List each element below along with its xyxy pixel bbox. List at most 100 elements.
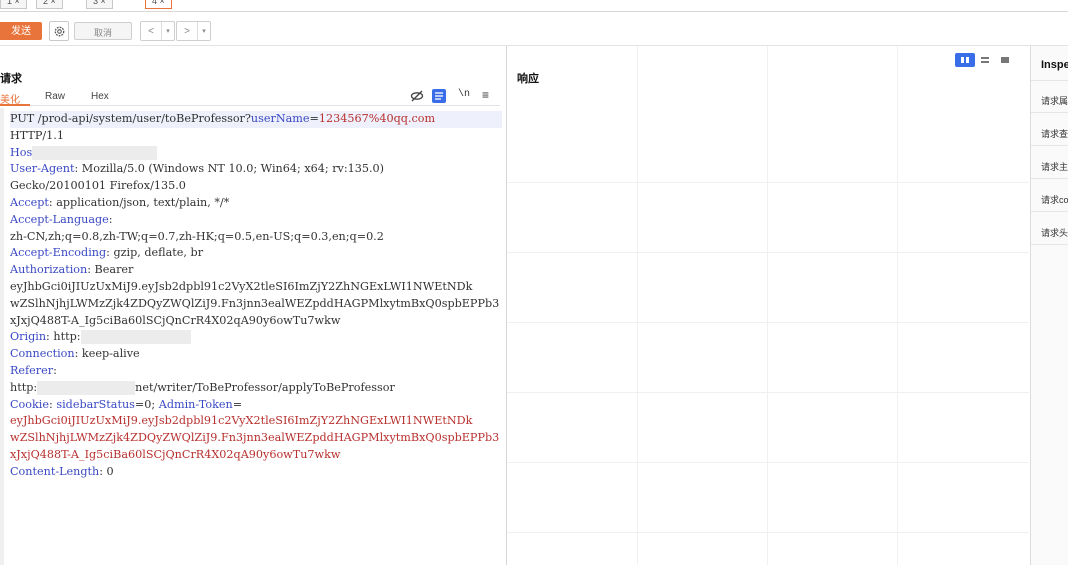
request-editor[interactable]: PUT /prod-api/system/user/toBeProfessor?… bbox=[10, 111, 502, 481]
divider bbox=[1031, 178, 1068, 179]
code-text: zh-CN,zh;q=0.8,zh-TW;q=0.7,zh-HK;q=0.5,e… bbox=[10, 229, 384, 243]
request-tools: \n ≡ bbox=[410, 88, 500, 103]
newline-toggle-icon[interactable]: \n bbox=[458, 89, 470, 100]
code-line: Accept-Encoding: gzip, deflate, br bbox=[10, 245, 502, 262]
inspector-panel: Inspe 请求属 请求查 请求主 请求co 请求头 bbox=[1030, 46, 1068, 565]
response-viewer[interactable] bbox=[507, 46, 1029, 565]
header-key: sidebarStatus bbox=[56, 397, 135, 411]
code-text: = bbox=[232, 397, 243, 411]
toolbar: 发送 取消 < ▾ > ▾ bbox=[0, 12, 1068, 46]
tab-2[interactable]: 2 × bbox=[36, 0, 63, 9]
tab-4[interactable]: 4 × bbox=[145, 0, 172, 9]
redacted-block bbox=[80, 330, 191, 345]
code-text: : keep-alive bbox=[74, 347, 140, 361]
hide-icon[interactable] bbox=[410, 89, 424, 103]
code-line: Cookie: sidebarStatus=0; Admin-Token= bbox=[10, 397, 502, 414]
code-line: Referer: bbox=[10, 363, 502, 380]
code-line: Connection: keep-alive bbox=[10, 346, 502, 363]
forward-dropdown-icon[interactable]: ▾ bbox=[197, 22, 210, 40]
code-line: User-Agent: Mozilla/5.0 (Windows NT 10.0… bbox=[10, 161, 502, 178]
list-view-icon[interactable] bbox=[432, 89, 446, 103]
send-button[interactable]: 发送 bbox=[0, 22, 42, 40]
code-line: Gecko/20100101 Firefox/135.0 bbox=[10, 178, 502, 195]
inspector-item-body[interactable]: 请求主 bbox=[1041, 160, 1068, 173]
divider bbox=[1031, 80, 1068, 81]
code-line: Authorization: Bearer bbox=[10, 262, 502, 279]
code-text: : bbox=[53, 363, 57, 377]
tab-raw[interactable]: Raw bbox=[45, 91, 65, 102]
code-text: xJxjQ488T-A_Ig5ciBa60lSCjQnCrR4X02qA90y6… bbox=[10, 313, 341, 327]
gear-icon bbox=[54, 26, 64, 36]
back-button-group: < ▾ bbox=[140, 21, 175, 41]
active-tab-indicator bbox=[0, 104, 30, 106]
redacted-block bbox=[37, 380, 136, 395]
header-key: Cookie bbox=[10, 397, 50, 411]
code-line: Accept-Language: bbox=[10, 212, 502, 229]
tab-hex[interactable]: Hex bbox=[91, 91, 109, 102]
settings-button[interactable] bbox=[49, 21, 69, 41]
param-value: xJxjQ488T-A_Ig5ciBa60lSCjQnCrR4X02qA90y6… bbox=[10, 447, 341, 461]
code-text: HTTP/1.1 bbox=[10, 128, 64, 142]
back-button[interactable]: < bbox=[141, 22, 161, 40]
param-value: eyJhbGci0iJIUzUxMiJ9.eyJsb2dpbl91c2VyX2t… bbox=[10, 414, 473, 428]
param-value: wZSlhNjhjLWMzZjk4ZDQyZWQlZiJ9.Fn3jnn3eal… bbox=[10, 431, 500, 445]
menu-icon[interactable]: ≡ bbox=[482, 88, 489, 102]
code-text: : application/json, text/plain, */* bbox=[48, 195, 230, 209]
subtab-underline bbox=[0, 105, 500, 106]
code-line: xJxjQ488T-A_Ig5ciBa60lSCjQnCrR4X02qA90y6… bbox=[10, 313, 502, 330]
inspector-item-attributes[interactable]: 请求属 bbox=[1041, 94, 1068, 107]
code-line: eyJhbGci0iJIUzUxMiJ9.eyJsb2dpbl91c2VyX2t… bbox=[10, 279, 502, 296]
forward-button-group: > ▾ bbox=[176, 21, 211, 41]
divider bbox=[1031, 112, 1068, 113]
code-line: wZSlhNjhjLWMzZjk4ZDQyZWQlZiJ9.Fn3jnn3eal… bbox=[10, 296, 502, 313]
code-text: : bbox=[108, 212, 113, 226]
code-text: : gzip, deflate, br bbox=[106, 246, 204, 260]
divider bbox=[1031, 244, 1068, 245]
divider bbox=[1031, 145, 1068, 146]
tab-1[interactable]: 1 × bbox=[0, 0, 27, 9]
tab-label: 3 × bbox=[93, 0, 106, 6]
code-line: eyJhbGci0iJIUzUxMiJ9.eyJsb2dpbl91c2VyX2t… bbox=[10, 413, 502, 430]
header-key: Connection bbox=[10, 347, 75, 361]
header-key: Origin bbox=[10, 330, 47, 344]
code-line: http: net/writer/ToBeProfessor/applyToBeP… bbox=[10, 380, 502, 397]
code-text: : Mozilla/5.0 (Windows NT 10.0; Win64; x… bbox=[74, 162, 385, 176]
cancel-button[interactable]: 取消 bbox=[74, 22, 132, 40]
inspector-item-cookies[interactable]: 请求co bbox=[1041, 193, 1068, 206]
header-key: Authorization bbox=[10, 263, 88, 277]
line-gutter bbox=[0, 108, 4, 565]
header-key: User-Agent bbox=[10, 162, 75, 176]
redacted-block bbox=[32, 145, 158, 160]
header-key: Admin-Token bbox=[158, 397, 233, 411]
header-key: userName bbox=[250, 112, 310, 125]
code-line: wZSlhNjhjLWMzZjk4ZDQyZWQlZiJ9.Fn3jnn3eal… bbox=[10, 430, 502, 447]
code-text: : http: bbox=[46, 330, 81, 344]
header-key: Hos bbox=[10, 145, 33, 159]
code-text: net/writer/ToBeProfessor/applyToBeProfes… bbox=[135, 380, 395, 394]
tab-label: 2 × bbox=[43, 0, 56, 6]
code-text: : Bearer bbox=[87, 263, 134, 277]
code-line: Accept: application/json, text/plain, */… bbox=[10, 195, 502, 212]
code-line: zh-CN,zh;q=0.8,zh-TW;q=0.7,zh-HK;q=0.5,e… bbox=[10, 229, 502, 246]
code-text: eyJhbGci0iJIUzUxMiJ9.eyJsb2dpbl91c2VyX2t… bbox=[10, 279, 473, 293]
code-line: PUT /prod-api/system/user/toBeProfessor?… bbox=[10, 111, 502, 128]
tab-label: 4 × bbox=[152, 0, 165, 6]
code-text: Gecko/20100101 Firefox/135.0 bbox=[10, 179, 186, 193]
back-dropdown-icon[interactable]: ▾ bbox=[161, 22, 174, 40]
inspector-item-query[interactable]: 请求查 bbox=[1041, 127, 1068, 140]
code-text: wZSlhNjhjLWMzZjk4ZDQyZWQlZiJ9.Fn3jnn3eal… bbox=[10, 296, 500, 310]
param-value: 1234567%40qq.com bbox=[318, 112, 436, 125]
code-line: Origin: http: bbox=[10, 329, 502, 346]
forward-button[interactable]: > bbox=[177, 22, 197, 40]
inspector-title: Inspe bbox=[1041, 59, 1068, 71]
code-text: PUT /prod-api/system/user/toBeProfessor? bbox=[10, 112, 251, 125]
code-line: Content-Length: 0 bbox=[10, 464, 502, 481]
tab-3[interactable]: 3 × bbox=[86, 0, 113, 9]
divider bbox=[1031, 211, 1068, 212]
code-text: = bbox=[309, 112, 319, 125]
code-text: http: bbox=[10, 380, 38, 394]
code-text: =0; bbox=[134, 397, 159, 411]
inspector-item-headers[interactable]: 请求头 bbox=[1041, 226, 1068, 239]
tab-label: 1 × bbox=[7, 0, 20, 6]
tab-strip: 1 × 2 × 3 × 4 × bbox=[0, 0, 1068, 12]
